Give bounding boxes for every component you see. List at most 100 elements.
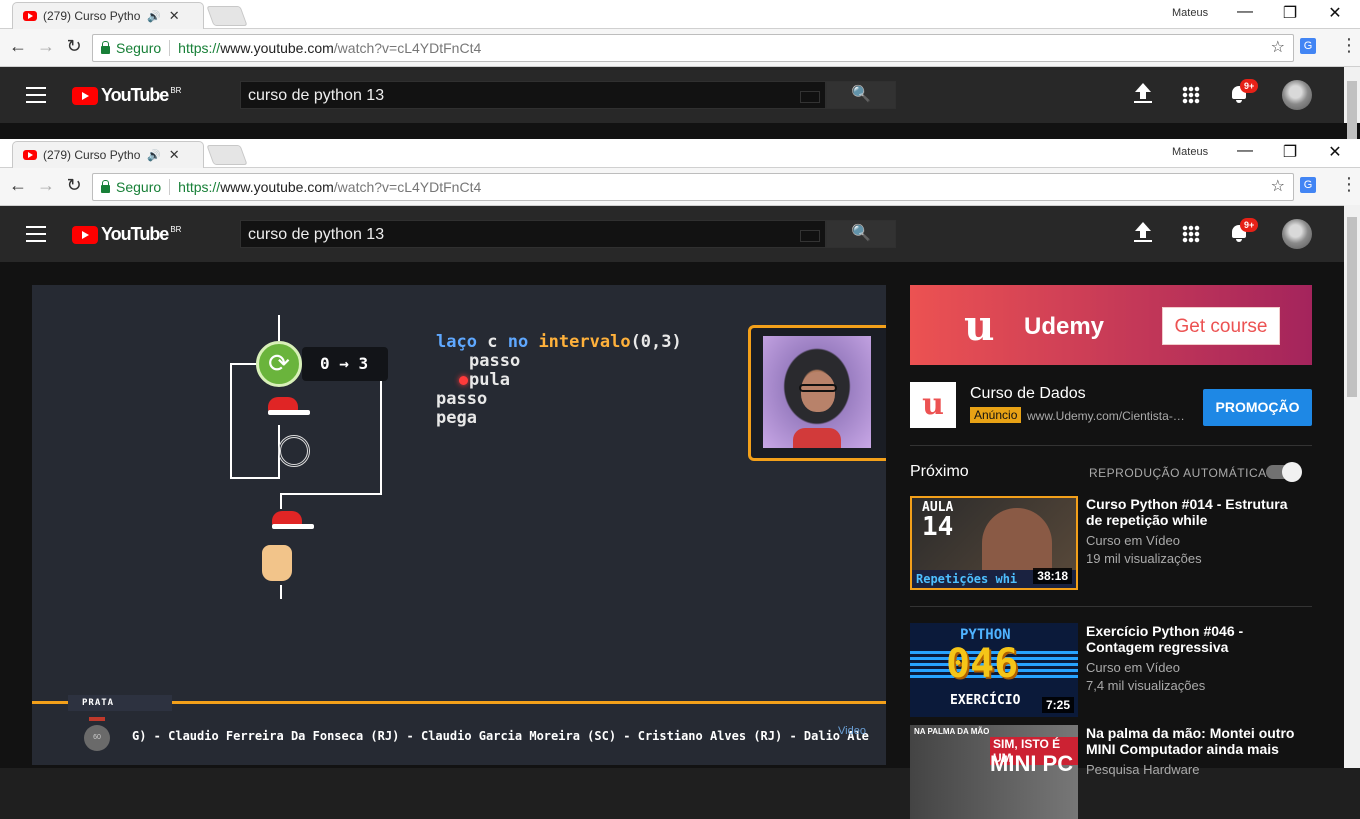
video-title[interactable]: Curso Python #014 - Estrutura de repetiç…: [1086, 496, 1296, 528]
tab-close-icon[interactable]: ✕: [169, 8, 180, 24]
tab-strip: (279) Curso Python #0 🔊 ✕ Mateus — ❐ ✕: [0, 139, 1360, 168]
ad-banner[interactable]: u Udemy Get course: [910, 285, 1312, 365]
background-browser-window: (279) Curso Python #0 🔊 ✕ Mateus — ❐ ✕ ←…: [0, 0, 1360, 141]
search-button[interactable]: 🔍: [826, 220, 896, 248]
code-text: pula: [469, 370, 510, 390]
address-bar[interactable]: Seguro https:// www.youtube.com /watch?v…: [92, 173, 1294, 201]
youtube-logo[interactable]: YouTube BR: [72, 224, 181, 245]
reload-icon[interactable]: ↻: [64, 36, 84, 57]
back-arrow-icon[interactable]: ←: [8, 36, 28, 57]
flow-line: [230, 363, 232, 479]
bookmark-star-icon[interactable]: ☆: [1271, 176, 1285, 196]
video-title[interactable]: Na palma da mão: Montei outro MINI Compu…: [1086, 725, 1296, 757]
toggle-knob: [1282, 462, 1302, 482]
maximize-button[interactable]: ❐: [1275, 3, 1305, 23]
upload-icon[interactable]: [1134, 83, 1152, 105]
video-duration: 38:18: [1033, 568, 1072, 584]
sneaker-icon: [268, 397, 310, 415]
back-arrow-icon[interactable]: ←: [8, 175, 28, 196]
code-variable: c: [487, 332, 498, 352]
browser-tab[interactable]: (279) Curso Python #0 🔊 ✕: [12, 141, 204, 168]
forward-arrow-icon[interactable]: →: [36, 175, 56, 196]
up-next-label: Próximo: [910, 463, 969, 480]
browser-tab[interactable]: (279) Curso Python #0 🔊 ✕: [12, 2, 204, 29]
video-thumbnail[interactable]: PYTHON 046 EXERCÍCIO 7:25: [910, 623, 1078, 717]
translate-icon[interactable]: G: [1300, 38, 1316, 54]
code-line: passo: [436, 389, 488, 409]
video-player[interactable]: ⟳ 0 → 3 laço c no intervalo(0,3) passo p…: [32, 285, 886, 765]
presenter-image: [763, 336, 871, 448]
avatar[interactable]: [1282, 80, 1312, 110]
keyboard-icon[interactable]: [800, 230, 820, 242]
channel-name: Pesquisa Hardware: [1086, 762, 1200, 777]
page-scrollbar[interactable]: [1344, 67, 1360, 141]
udemy-logo-icon[interactable]: u: [910, 382, 956, 428]
keyboard-icon[interactable]: [800, 91, 820, 103]
divider: [910, 606, 1312, 607]
ad-url[interactable]: www.Udemy.com/Cientista-…: [1027, 409, 1185, 423]
upload-icon[interactable]: [1134, 222, 1152, 244]
scrollbar-thumb[interactable]: [1347, 217, 1357, 397]
sneaker-icon: [272, 511, 314, 529]
code-args: (0,3): [630, 332, 682, 352]
maximize-button[interactable]: ❐: [1275, 142, 1305, 162]
flow-line: [380, 365, 382, 495]
code-keyword: no: [507, 332, 529, 352]
url-path: /watch?v=cL4YDtFnCt4: [333, 179, 482, 195]
view-count: 19 mil visualizações: [1086, 551, 1202, 566]
avatar[interactable]: [1282, 219, 1312, 249]
youtube-masthead: YouTube BR curso de python 13 🔍 9+: [0, 67, 1360, 141]
video-thumbnail[interactable]: AULA 14 Repetições whi 38:18: [910, 496, 1078, 590]
speaker-icon[interactable]: 🔊: [147, 149, 161, 162]
list-item[interactable]: NA PALMA DA MÃO SIM, ISTO É UM MINI PC N…: [910, 725, 1312, 819]
forward-arrow-icon[interactable]: →: [36, 36, 56, 57]
close-window-button[interactable]: ✕: [1320, 3, 1350, 23]
close-window-button[interactable]: ✕: [1320, 142, 1350, 162]
browser-toolbar: ← → ↻ Seguro https:// www.youtube.com /w…: [0, 168, 1360, 206]
browser-menu-icon[interactable]: ⋮: [1340, 174, 1358, 195]
apps-grid-icon[interactable]: [1182, 86, 1200, 104]
search-input[interactable]: curso de python 13: [240, 220, 826, 248]
list-item[interactable]: AULA 14 Repetições whi 38:18 Curso Pytho…: [910, 496, 1312, 590]
flow-line: [230, 477, 280, 479]
loop-refresh-icon: ⟳: [256, 341, 302, 387]
thumb-caption: NA PALMA DA MÃO: [914, 727, 990, 736]
hamburger-menu-icon[interactable]: [26, 226, 46, 242]
page-scrollbar[interactable]: [1344, 205, 1360, 768]
reload-icon[interactable]: ↻: [64, 175, 84, 196]
minimize-button[interactable]: —: [1230, 142, 1260, 160]
speaker-icon[interactable]: 🔊: [147, 10, 161, 23]
ad-title[interactable]: Curso de Dados: [970, 385, 1086, 403]
bookmark-star-icon[interactable]: ☆: [1271, 37, 1285, 57]
address-bar[interactable]: Seguro https:// www.youtube.com /watch?v…: [92, 34, 1294, 62]
apps-grid-icon[interactable]: [1182, 225, 1200, 243]
profile-name[interactable]: Mateus: [1172, 146, 1208, 158]
url-protocol: https://: [178, 179, 221, 195]
youtube-favicon-icon: [23, 150, 37, 160]
translate-icon[interactable]: G: [1300, 177, 1316, 193]
tab-close-icon[interactable]: ✕: [169, 147, 180, 163]
hand-icon: [262, 545, 292, 581]
url-path: /watch?v=cL4YDtFnCt4: [333, 40, 482, 56]
promo-button[interactable]: PROMOÇÃO: [1203, 389, 1312, 426]
new-tab-button[interactable]: [206, 145, 248, 165]
video-thumbnail[interactable]: NA PALMA DA MÃO SIM, ISTO É UM MINI PC: [910, 725, 1078, 819]
video-title[interactable]: Exercício Python #046 - Contagem regress…: [1086, 623, 1296, 655]
youtube-logo[interactable]: YouTube BR: [72, 85, 181, 106]
search-button[interactable]: 🔍: [826, 81, 896, 109]
list-item[interactable]: PYTHON 046 EXERCÍCIO 7:25 Exercício Pyth…: [910, 623, 1312, 717]
profile-name[interactable]: Mateus: [1172, 7, 1208, 19]
url-host: www.youtube.com: [220, 179, 334, 195]
tab-title: (279) Curso Python #0: [43, 9, 141, 23]
view-count: 7,4 mil visualizações: [1086, 678, 1206, 693]
autoplay-toggle[interactable]: [1266, 462, 1302, 482]
flow-line: [230, 363, 256, 365]
channel-watermark[interactable]: Video: [838, 725, 878, 751]
minimize-button[interactable]: —: [1230, 3, 1260, 21]
hamburger-menu-icon[interactable]: [26, 87, 46, 103]
tab-strip: (279) Curso Python #0 🔊 ✕ Mateus — ❐ ✕: [0, 0, 1360, 29]
browser-menu-icon[interactable]: ⋮: [1340, 35, 1358, 56]
get-course-button[interactable]: Get course: [1162, 307, 1280, 345]
new-tab-button[interactable]: [206, 6, 248, 26]
search-input[interactable]: curso de python 13: [240, 81, 826, 109]
